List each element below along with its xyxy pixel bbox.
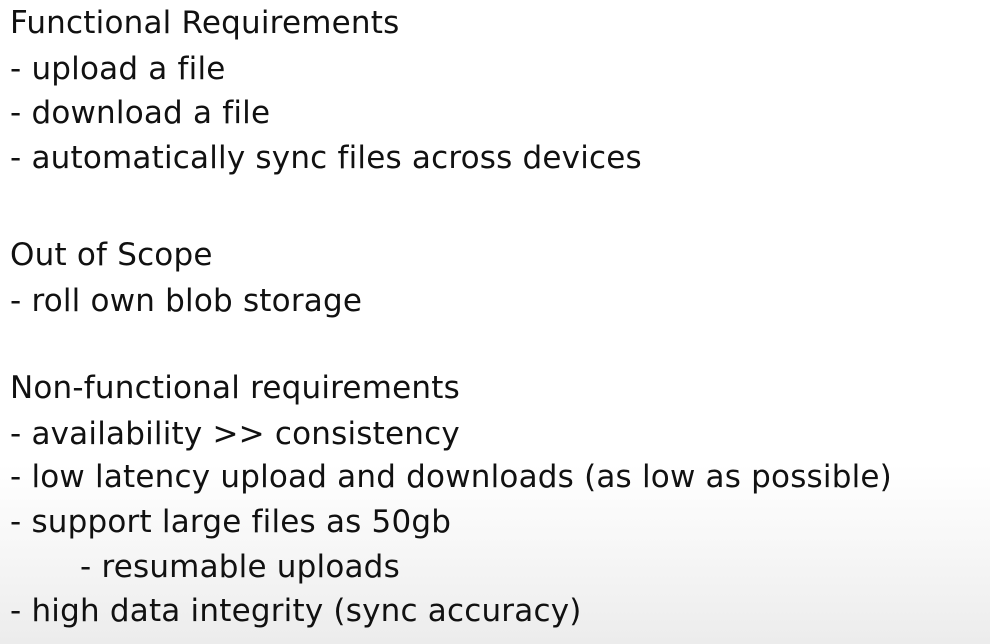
out-of-scope-blob-storage: - roll own blob storage [10,283,363,319]
non-functional-data-integrity: - high data integrity (sync accuracy) [10,593,582,629]
out-of-scope-heading: Out of Scope [10,237,213,273]
non-functional-requirements-heading: Non-functional requirements [10,370,460,406]
non-functional-low-latency: - low latency upload and downloads (as l… [10,459,892,495]
non-functional-large-files: - support large files as 50gb [10,504,452,540]
functional-requirement-download: - download a file [10,95,271,131]
functional-requirements-heading: Functional Requirements [10,5,400,41]
handwritten-notes-canvas: Functional Requirements - upload a file … [0,0,990,644]
non-functional-availability: - availability >> consistency [10,416,460,452]
non-functional-resumable-uploads: - resumable uploads [80,549,400,585]
functional-requirement-upload: - upload a file [10,51,226,87]
functional-requirement-sync: - automatically sync files across device… [10,140,642,176]
